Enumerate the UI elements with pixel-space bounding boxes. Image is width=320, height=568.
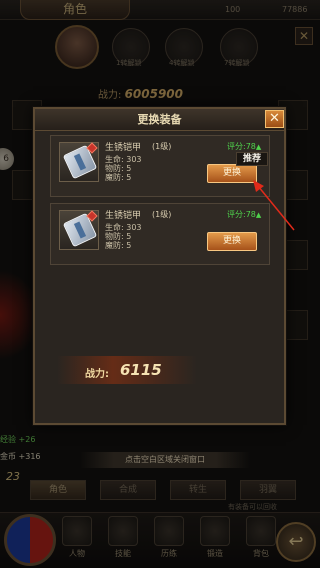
item-score: 评分:78▲ bbox=[227, 141, 261, 152]
up-arrow-icon: ▲ bbox=[255, 143, 262, 151]
stat-mdef: 魔防: 5 bbox=[105, 241, 132, 250]
power-label: 战力: bbox=[85, 369, 109, 380]
power-value: 6115 bbox=[120, 361, 162, 379]
pointer-arrow-icon bbox=[253, 180, 295, 231]
close-hint: 点击空白区域关闭窗口 bbox=[80, 452, 250, 468]
dialog-title: 更换装备 bbox=[137, 113, 182, 126]
item-name: 生锈铠甲 bbox=[105, 143, 142, 153]
equipment-card: 生锈铠甲 (1级) 生命: 303 物防: 5 魔防: 5 评分:78▲ 更换 bbox=[50, 203, 270, 265]
item-name: 生锈铠甲 bbox=[105, 211, 142, 221]
armor-icon[interactable] bbox=[59, 210, 99, 250]
close-icon[interactable]: ✕ bbox=[265, 110, 284, 128]
recommend-tag: 推荐 bbox=[236, 152, 268, 166]
score-text: 评分:78 bbox=[227, 142, 256, 151]
armor-icon[interactable] bbox=[59, 142, 99, 182]
item-level: (1级) bbox=[152, 142, 172, 151]
equipment-card: 生锈铠甲 (1级) 生命: 303 物防: 5 魔防: 5 评分:78▲ 更换 bbox=[50, 135, 270, 197]
stat-mdef: 魔防: 5 bbox=[105, 173, 132, 182]
item-level: (1级) bbox=[152, 210, 172, 219]
